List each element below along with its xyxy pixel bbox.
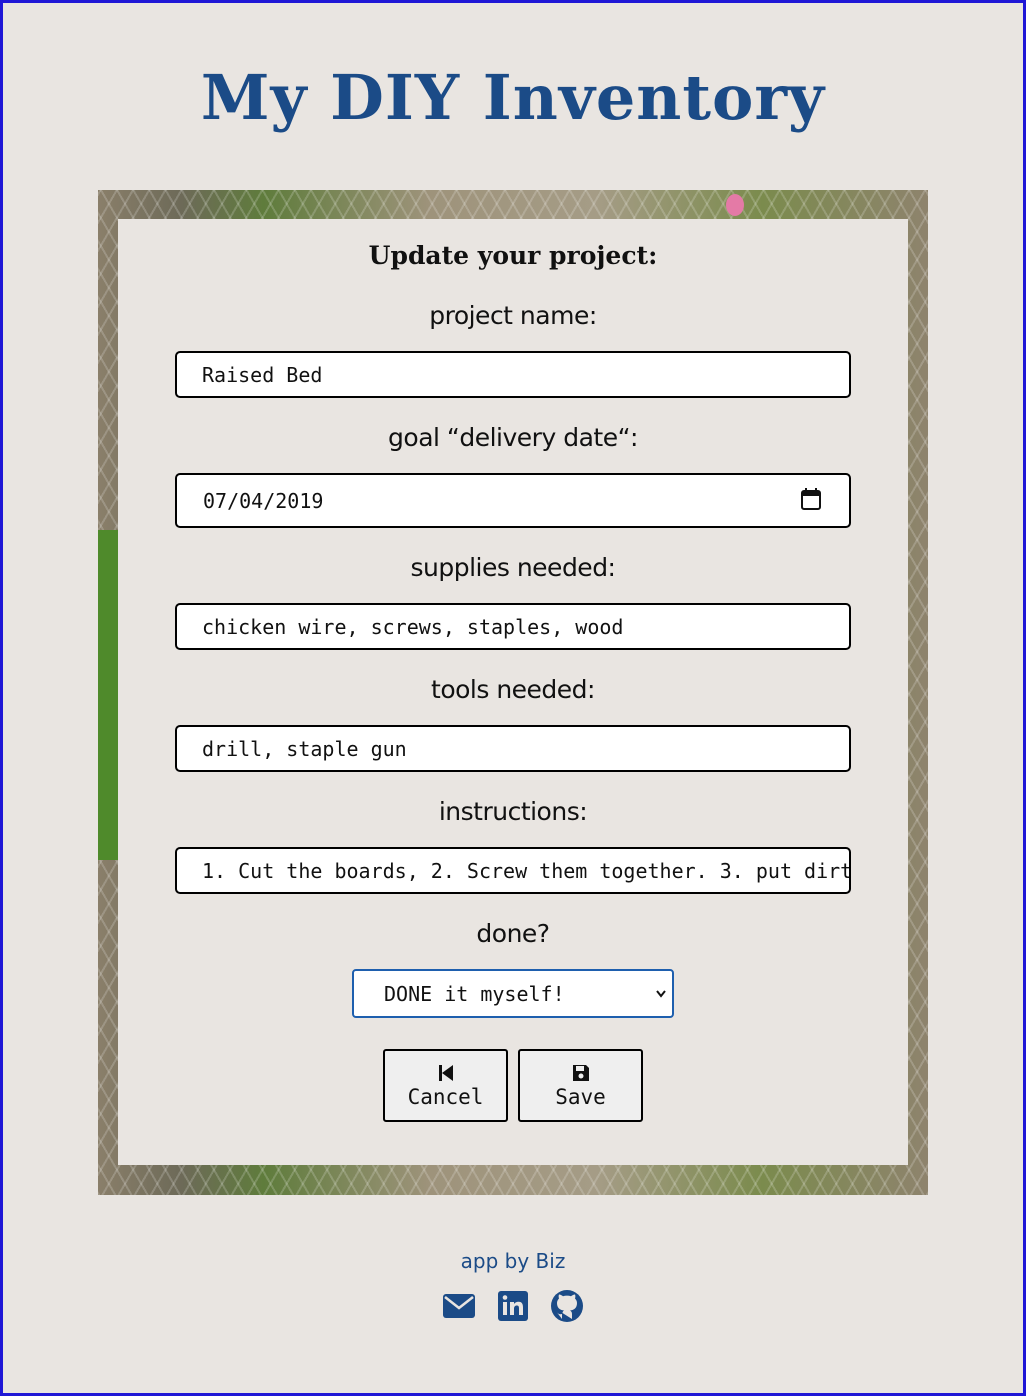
envelope-icon[interactable]	[442, 1289, 476, 1323]
update-project-form: Update your project: project name: Raise…	[118, 219, 908, 1165]
cancel-button-label: Cancel	[407, 1084, 484, 1109]
project-name-label: project name:	[429, 301, 597, 330]
tools-label: tools needed:	[431, 675, 595, 704]
save-button-label: Save	[555, 1084, 606, 1109]
linkedin-icon[interactable]	[496, 1289, 530, 1323]
flower-decoration	[726, 194, 744, 216]
delivery-date-value: 07/04/2019	[203, 488, 324, 513]
calendar-icon[interactable]	[801, 488, 821, 510]
instructions-input[interactable]: 1. Cut the boards, 2. Screw them togethe…	[175, 847, 851, 894]
footer-credit: app by Biz	[460, 1249, 566, 1273]
tools-value: drill, staple gun	[202, 736, 407, 761]
skip-back-icon	[438, 1064, 453, 1081]
project-name-value: Raised Bed	[202, 362, 323, 387]
delivery-date-input[interactable]: 07/04/2019	[175, 473, 851, 528]
project-name-input[interactable]: Raised Bed	[175, 351, 851, 398]
chevron-down-icon	[656, 990, 666, 998]
delivery-date-label: goal “delivery date“:	[388, 423, 638, 452]
form-heading: Update your project:	[368, 241, 658, 270]
tools-input[interactable]: drill, staple gun	[175, 725, 851, 772]
instructions-value: 1. Cut the boards, 2. Screw them togethe…	[202, 858, 851, 883]
app-title: My DIY Inventory	[200, 61, 826, 134]
supplies-value: chicken wire, screws, staples, wood	[202, 614, 624, 639]
supplies-label: supplies needed:	[410, 553, 616, 582]
done-label: done?	[476, 919, 550, 948]
cancel-button[interactable]: Cancel	[383, 1049, 508, 1122]
done-select[interactable]: DONE it myself!	[352, 969, 674, 1018]
instructions-label: instructions:	[438, 797, 588, 826]
footer-social-links	[3, 1289, 1023, 1323]
save-button[interactable]: Save	[518, 1049, 643, 1122]
done-selected-value: DONE it myself!	[384, 981, 565, 1006]
supplies-input[interactable]: chicken wire, screws, staples, wood	[175, 603, 851, 650]
github-icon[interactable]	[550, 1289, 584, 1323]
floppy-disk-icon	[572, 1064, 589, 1081]
